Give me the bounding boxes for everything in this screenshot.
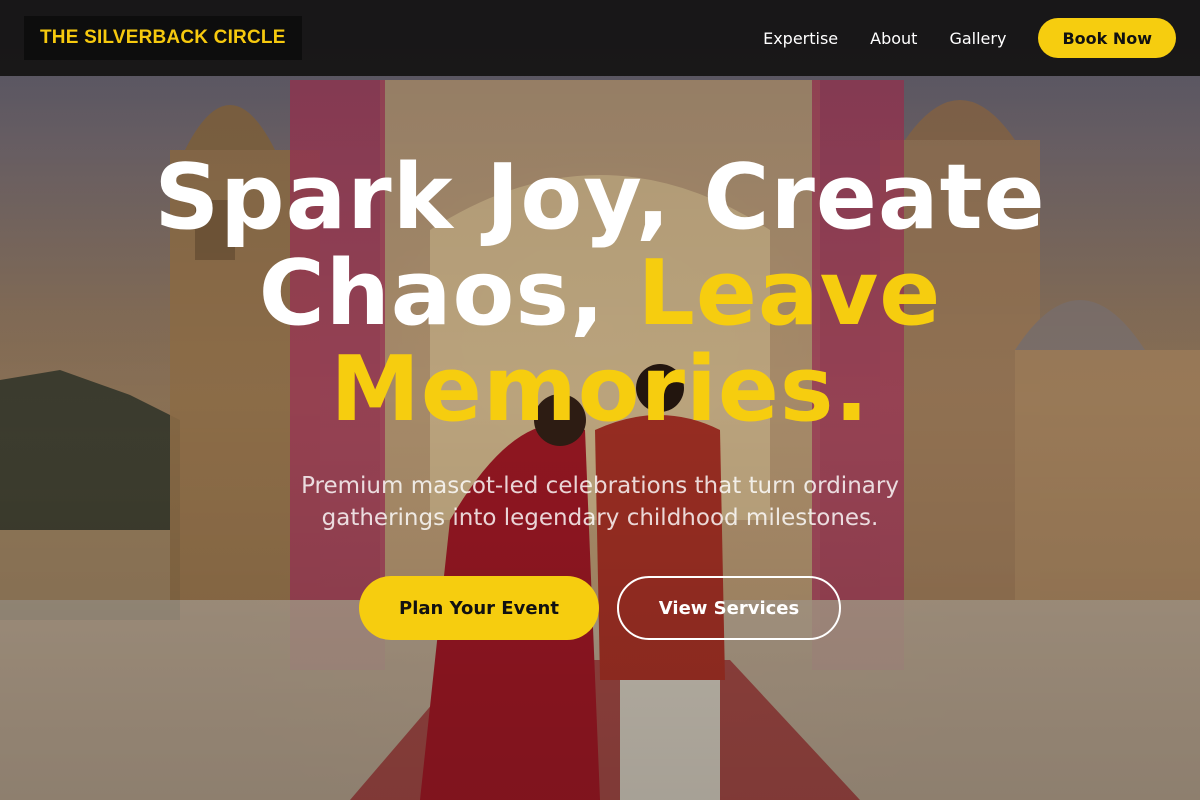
nav-link-about[interactable]: About	[870, 29, 917, 48]
headline-line-3-accent: Memories.	[330, 337, 870, 442]
site-header: THE SILVERBACK CIRCLE Expertise About Ga…	[0, 0, 1200, 76]
headline-line-1: Spark Joy, Create	[154, 145, 1046, 250]
plan-your-event-button[interactable]: Plan Your Event	[359, 576, 599, 640]
hero-section: Spark Joy, Create Chaos, Leave Memories.…	[0, 150, 1200, 640]
book-now-button[interactable]: Book Now	[1038, 18, 1176, 58]
hero-subheadline: Premium mascot-led celebrations that tur…	[301, 473, 899, 531]
brand-logo[interactable]: THE SILVERBACK CIRCLE	[24, 16, 302, 60]
view-services-button[interactable]: View Services	[617, 576, 841, 640]
nav-link-gallery[interactable]: Gallery	[949, 29, 1006, 48]
landing-page: THE SILVERBACK CIRCLE Expertise About Ga…	[0, 0, 1200, 800]
headline-line-2-plain: Chaos,	[258, 241, 638, 346]
hero-cta-row: Plan Your Event View Services	[0, 576, 1200, 640]
nav-link-expertise[interactable]: Expertise	[763, 29, 838, 48]
main-nav: Expertise About Gallery Book Now	[731, 18, 1176, 58]
hero-headline: Spark Joy, Create Chaos, Leave Memories.	[0, 150, 1200, 438]
headline-line-2-accent: Leave	[637, 241, 942, 346]
